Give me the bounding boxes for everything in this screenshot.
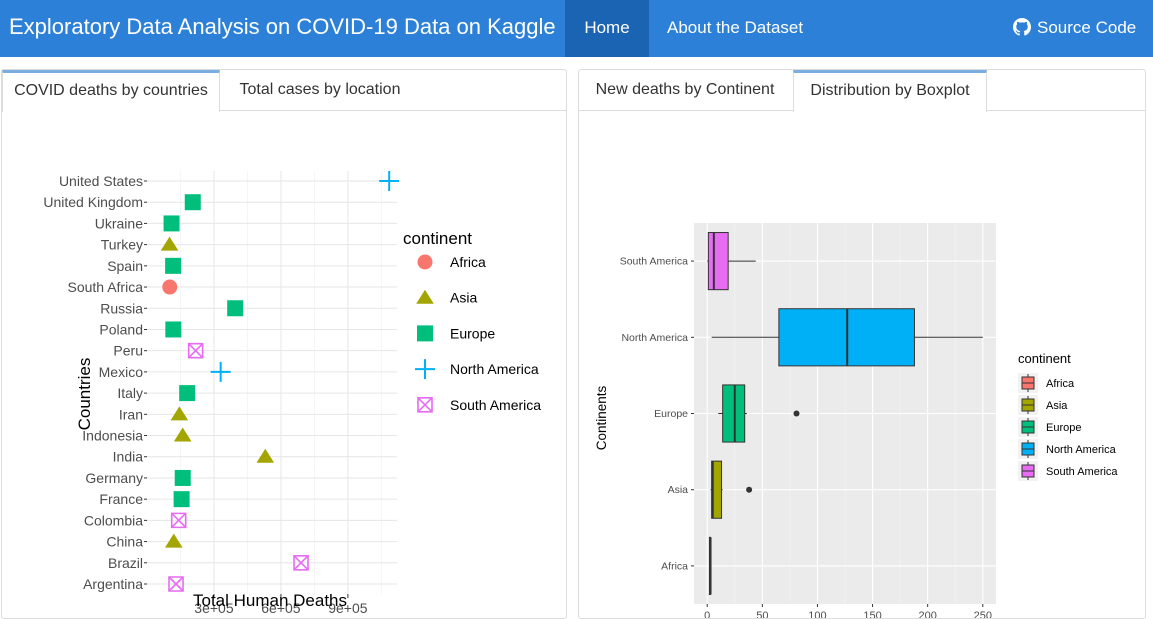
y-tick-label-south-america: South America — [620, 256, 688, 268]
legend-key-asia — [416, 289, 434, 304]
point-germany — [174, 469, 191, 486]
y-tick-label-peru: Peru — [113, 343, 143, 359]
right-tab-bar: New deaths by Continent Distribution by … — [579, 70, 1145, 112]
y-tick-label-europe: Europe — [654, 408, 688, 420]
legend-key-south-america — [417, 397, 433, 413]
legend-key-europe — [417, 325, 433, 342]
y-tick-label-south-africa: South Africa — [68, 279, 144, 295]
y-tick-label-africa: Africa — [661, 560, 688, 572]
legend-label-europe: Europe — [1046, 422, 1081, 434]
tab-new-deaths-by-continent[interactable]: New deaths by Continent — [579, 70, 791, 111]
point-india — [256, 448, 275, 463]
legend-item-africa — [1018, 373, 1038, 393]
y-tick-label-brazil: Brazil — [108, 555, 143, 571]
x-tick-label-100: 100 — [808, 610, 826, 618]
tab-covid-deaths-by-countries[interactable]: COVID deaths by countries — [2, 70, 220, 112]
legend-label-north-america: North America — [1046, 444, 1117, 456]
github-icon — [1013, 18, 1031, 36]
app-title: Exploratory Data Analysis on COVID-19 Da… — [9, 14, 556, 39]
right-tab-panel: New deaths by Continent Distribution by … — [578, 69, 1146, 619]
point-iran — [170, 406, 189, 421]
deaths-by-country-chart: United States United Kingdom Ukraine Turkey… — [43, 171, 541, 616]
point-italy — [179, 385, 196, 402]
legend-label-north-america: North America — [450, 361, 539, 377]
nav-home-link[interactable]: Home — [565, 0, 649, 57]
nav-source-code-link[interactable]: Source Code — [1013, 0, 1136, 57]
legend-key-north-america — [415, 359, 435, 380]
y-tick-label-france: France — [99, 491, 143, 507]
y-tick-label-china: China — [106, 534, 143, 550]
tab-distribution-by-boxplot[interactable]: Distribution by Boxplot — [793, 70, 987, 112]
box-body-europe — [722, 384, 746, 443]
y-tick-label-north-america: North America — [621, 332, 688, 344]
legend-title: continent — [1018, 351, 1071, 366]
point-china — [164, 533, 183, 548]
y-tick-label-germany: Germany — [85, 470, 143, 486]
y-tick-label-ukraine: Ukraine — [95, 215, 143, 231]
box-africa — [708, 536, 712, 595]
legend-label-asia: Asia — [1046, 400, 1068, 412]
y-tick-label-mexico: Mexico — [99, 364, 144, 380]
boxplot-chart: South America North America Europe Asia Afri… — [594, 223, 1118, 618]
y-tick-label-iran: Iran — [119, 406, 143, 422]
y-tick-label-united-kingdom: United Kingdom — [43, 194, 143, 210]
legend-label-africa: Africa — [1046, 378, 1075, 390]
legend-label-asia: Asia — [450, 290, 477, 306]
y-tick-label-india: India — [113, 449, 144, 465]
point-france — [173, 491, 190, 508]
outlier-europe-0 — [793, 410, 800, 417]
x-axis-title: Total Human Deaths — [193, 591, 347, 610]
point-turkey — [160, 236, 179, 251]
legend-item-south-america — [1018, 461, 1038, 481]
point-ukraine — [163, 215, 180, 232]
navbar: Exploratory Data Analysis on COVID-19 Da… — [0, 0, 1153, 57]
y-tick-label-poland: Poland — [99, 321, 143, 337]
point-united-states — [379, 171, 400, 191]
legend-label-south-america: South America — [450, 397, 541, 413]
point-south-africa — [162, 279, 178, 295]
legend-title: continent — [403, 229, 472, 248]
x-tick-label-150: 150 — [863, 610, 881, 618]
y-tick-label-colombia: Colombia — [84, 512, 143, 528]
y-tick-label-argentina: Argentina — [83, 576, 143, 592]
x-tick-label-200: 200 — [918, 610, 936, 618]
point-poland — [165, 321, 182, 338]
legend-key-africa — [417, 254, 433, 270]
point-united-kingdom — [184, 194, 201, 211]
legend-item-north-america — [1018, 439, 1038, 459]
point-indonesia — [173, 427, 192, 442]
legend-item-europe — [1018, 417, 1038, 437]
y-tick-label-spain: Spain — [107, 258, 143, 274]
y-tick-label-turkey: Turkey — [101, 237, 143, 253]
x-tick-label-50: 50 — [756, 610, 768, 618]
point-russia — [227, 300, 244, 317]
nav-about-link[interactable]: About the Dataset — [667, 0, 803, 57]
x-tick-label-250: 250 — [974, 610, 992, 618]
legend-label-europe: Europe — [450, 325, 495, 341]
y-tick-label-russia: Russia — [100, 300, 143, 316]
outlier-asia-0 — [746, 486, 753, 493]
y-axis-title: Continents — [594, 385, 609, 450]
left-tab-panel: COVID deaths by countries Total cases by… — [1, 69, 567, 619]
legend-label-africa: Africa — [450, 254, 486, 270]
tab-total-cases-by-location[interactable]: Total cases by location — [222, 70, 418, 111]
point-spain — [165, 257, 182, 274]
y-tick-label-united-states: United States — [59, 173, 143, 189]
y-tick-label-asia: Asia — [668, 484, 689, 496]
left-tab-bar: COVID deaths by countries Total cases by… — [2, 70, 566, 112]
legend-item-asia — [1018, 395, 1038, 415]
box-body-south-america — [707, 232, 729, 291]
y-axis-title: Countries — [75, 358, 94, 431]
source-code-label: Source Code — [1037, 18, 1137, 37]
y-tick-label-italy: Italy — [117, 385, 143, 401]
x-tick-label-0: 0 — [704, 610, 710, 618]
legend-label-south-america: South America — [1046, 466, 1118, 478]
